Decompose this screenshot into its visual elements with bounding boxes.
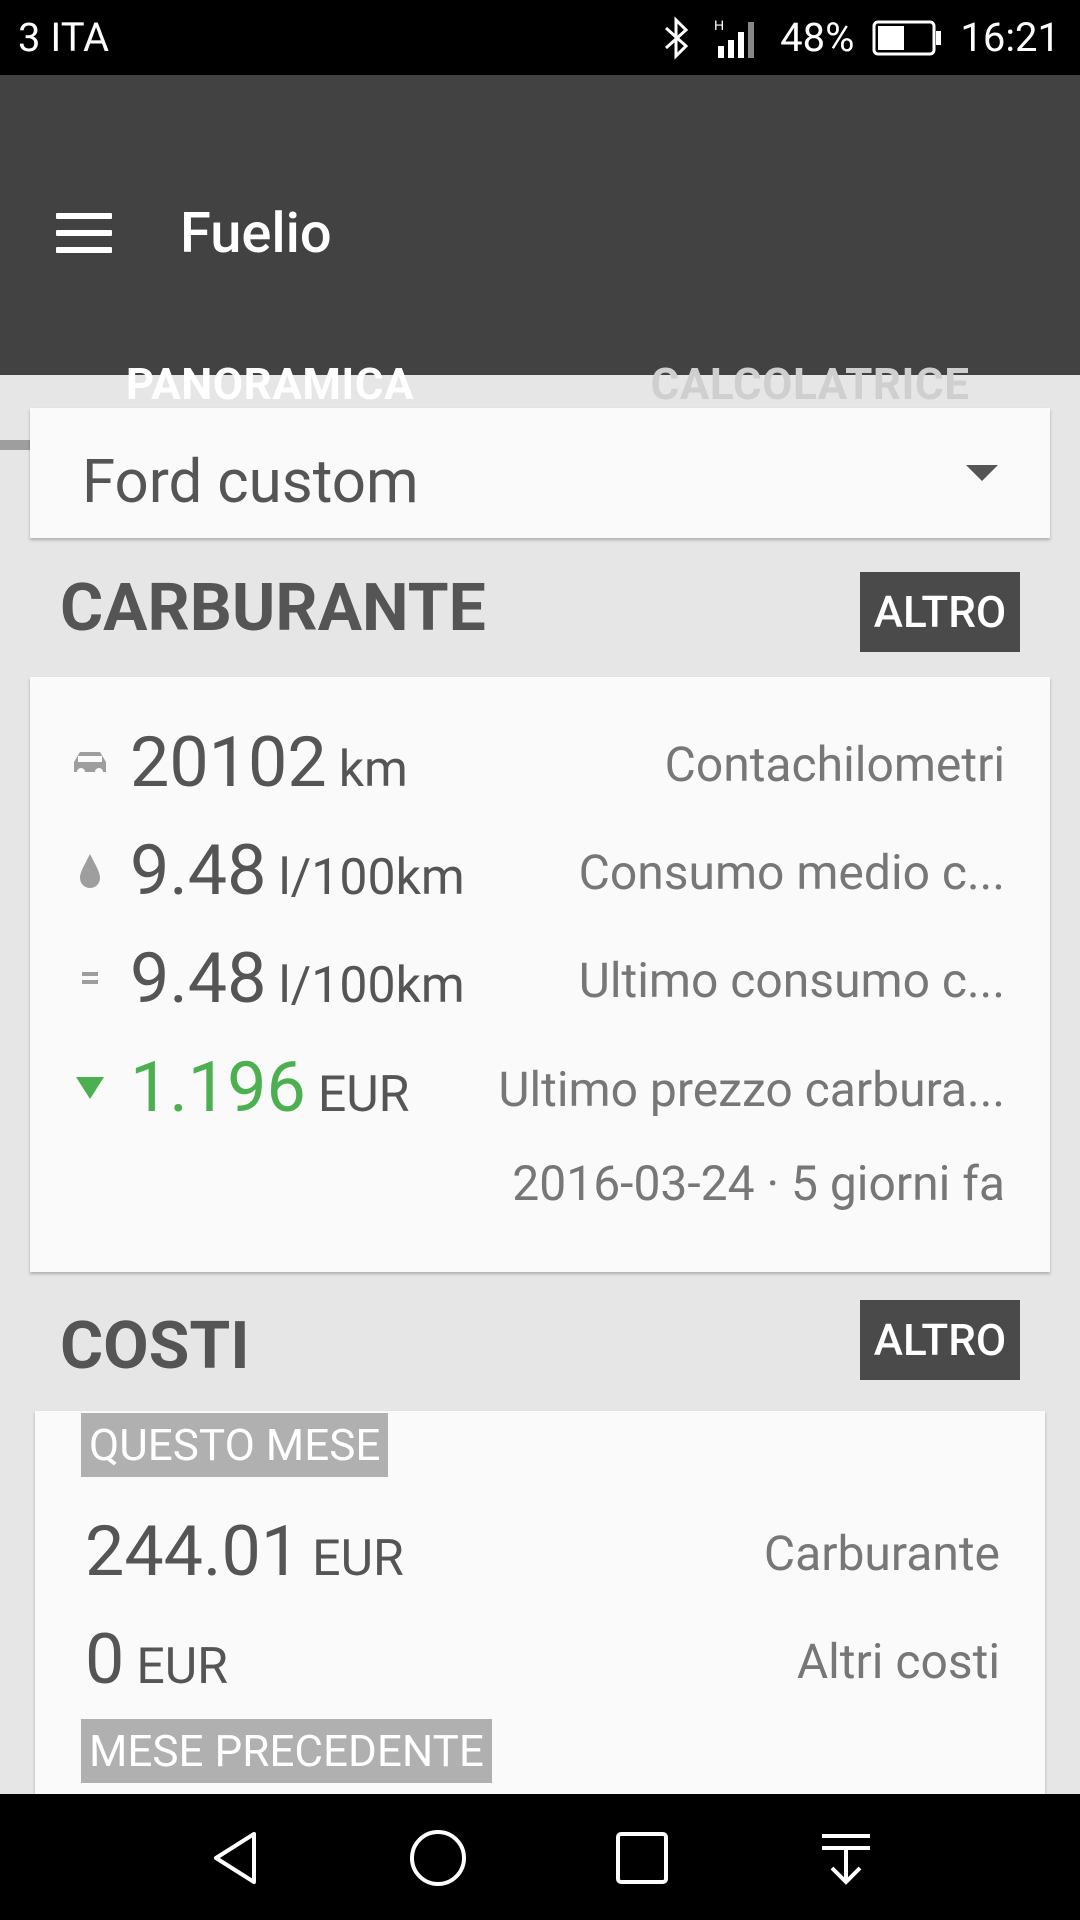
avg-consumption-unit: l/100km <box>278 849 465 907</box>
fuel-cost-label: Carburante <box>763 1525 1000 1582</box>
fuel-cost-unit: EUR <box>312 1530 404 1588</box>
fuel-row: 9.48 l/100km Consumo medio c... <box>30 830 1050 912</box>
fuel-cost-value: 244.01 <box>85 1511 301 1593</box>
recents-icon[interactable] <box>610 1826 674 1890</box>
vehicle-name: Ford custom <box>82 446 419 517</box>
app-title: Fuelio <box>180 200 332 266</box>
app-bar: Fuelio PANORAMICA CALCOLATRICE <box>0 75 1080 450</box>
last-price-unit: EUR <box>317 1066 410 1124</box>
fuel-row: 1.196 EUR Ultimo prezzo carbura... <box>30 1047 1050 1129</box>
status-icons: H 48% 16:21 <box>660 14 1060 61</box>
costs-card: QUESTO MESE 244.01 EUR Carburante 0 EUR Al… <box>35 1411 1045 1831</box>
last-fill-date: 2016-03-24 · 5 giorni fa <box>512 1155 1005 1212</box>
tab-panoramica[interactable]: PANORAMICA <box>0 358 540 410</box>
drop-icon <box>80 854 100 888</box>
other-cost-unit: EUR <box>136 1638 228 1696</box>
signal-icon: H <box>714 17 755 58</box>
last-price-label: Ultimo prezzo carbura... <box>498 1061 1005 1118</box>
equals-icon <box>82 972 98 984</box>
avg-consumption-value: 9.48 <box>130 830 267 912</box>
this-month-chip: QUESTO MESE <box>81 1413 389 1477</box>
last-consumption-unit: l/100km <box>278 957 465 1015</box>
notification-pull-icon[interactable] <box>814 1826 878 1890</box>
fuel-row: 20102 km Contachilometri <box>30 722 1050 804</box>
last-consumption-label: Ultimo consumo c... <box>578 952 1005 1009</box>
back-icon[interactable] <box>204 1826 268 1890</box>
section-title-costs: COSTI <box>60 1308 250 1385</box>
avg-consumption-label: Consumo medio c... <box>578 844 1005 901</box>
other-cost-label: Altri costi <box>796 1633 1000 1690</box>
dropdown-arrow-icon <box>966 465 998 481</box>
price-down-icon <box>76 1077 104 1099</box>
costs-more-button[interactable]: ALTRO <box>860 1300 1020 1380</box>
status-bar: 3 ITA H 48% 16:21 <box>0 0 1080 75</box>
vehicle-selector[interactable]: Ford custom <box>30 408 1050 538</box>
home-icon[interactable] <box>406 1826 470 1890</box>
odometer-unit: km <box>338 741 408 799</box>
fuel-more-button[interactable]: ALTRO <box>860 572 1020 652</box>
odometer-value: 20102 <box>130 722 327 804</box>
bluetooth-icon <box>665 15 689 60</box>
cost-row: 0 EUR Altri costi <box>35 1619 1045 1701</box>
car-icon <box>74 752 106 776</box>
carrier-label: 3 ITA <box>18 14 110 61</box>
last-consumption-value: 9.48 <box>130 938 267 1020</box>
battery-icon <box>872 20 942 55</box>
clock: 16:21 <box>960 14 1060 61</box>
odometer-label: Contachilometri <box>664 736 1005 793</box>
tab-calcolatrice[interactable]: CALCOLATRICE <box>540 358 1080 410</box>
other-cost-value: 0 <box>85 1619 125 1701</box>
last-price-value: 1.196 <box>130 1047 306 1129</box>
section-title-fuel: CARBURANTE <box>60 570 486 647</box>
cost-row: 244.01 EUR Carburante <box>35 1511 1045 1593</box>
previous-month-chip: MESE PRECEDENTE <box>81 1719 492 1783</box>
battery-percent: 48% <box>780 14 855 61</box>
menu-icon[interactable] <box>56 213 112 253</box>
navigation-bar <box>0 1794 1080 1920</box>
svg-text:H: H <box>714 17 724 33</box>
fuel-card: 20102 km Contachilometri 9.48 l/100km Cons… <box>30 677 1050 1272</box>
fuel-row: 9.48 l/100km Ultimo consumo c... <box>30 938 1050 1020</box>
